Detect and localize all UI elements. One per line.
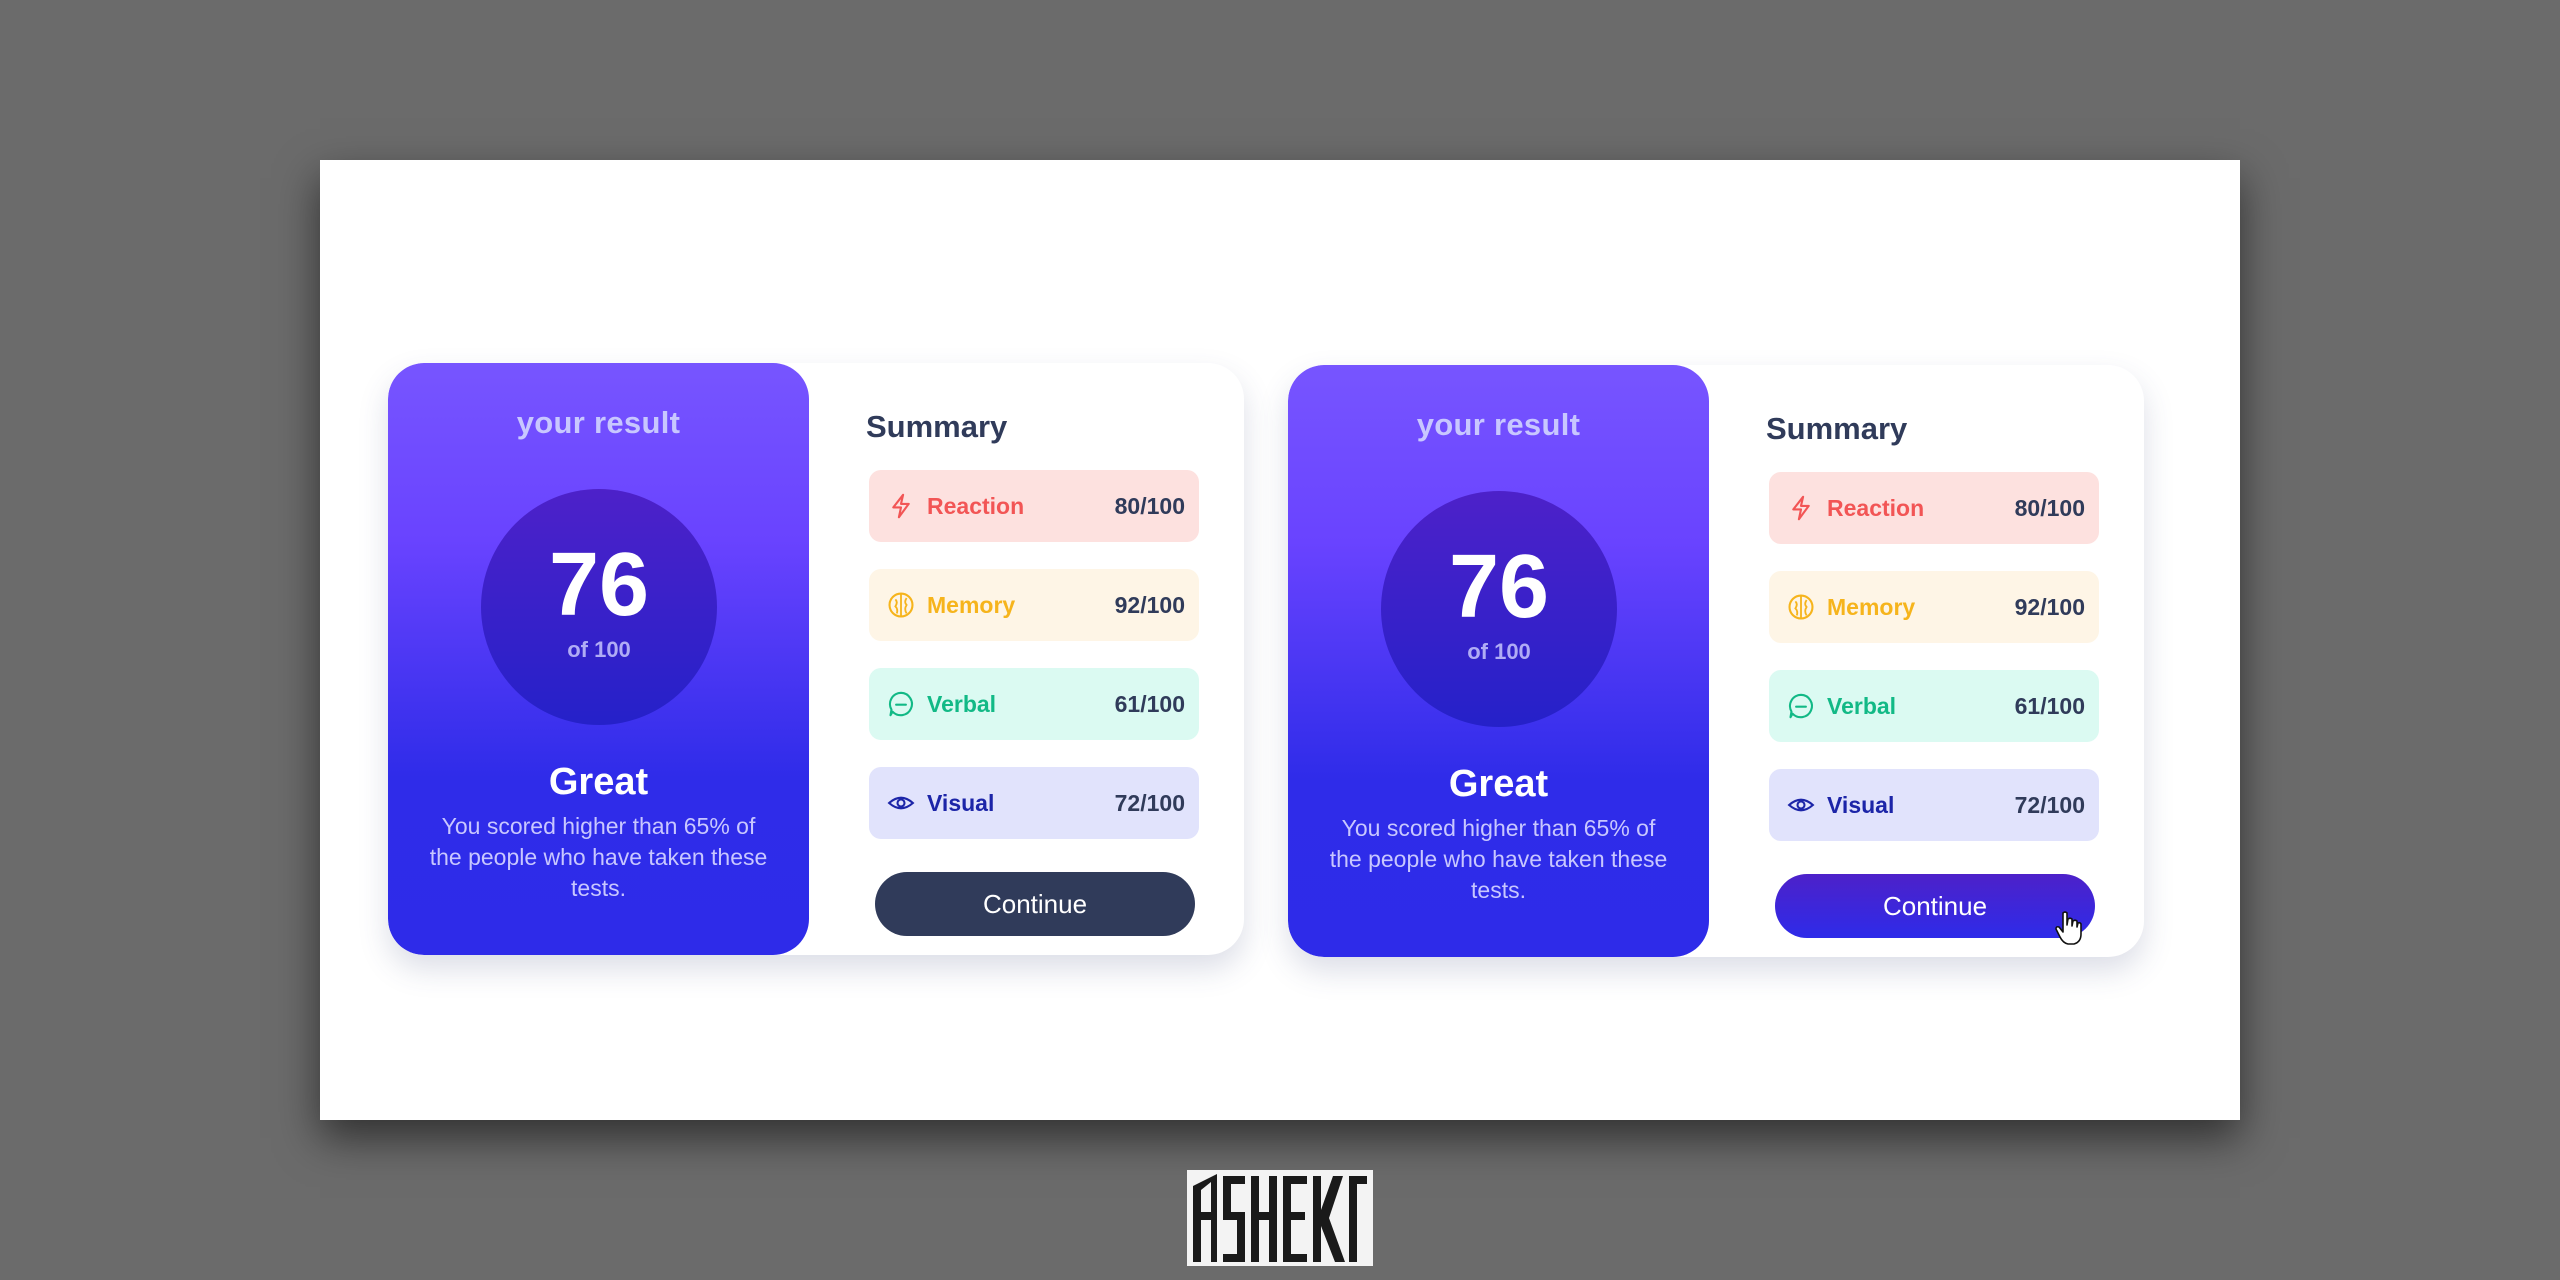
- summary-row-reaction: Reaction 80/100: [1769, 472, 2099, 544]
- summary-row-value: 92/100: [2014, 593, 2085, 620]
- grade-label: Great: [548, 761, 649, 803]
- summary-row-memory: Memory 92/100: [869, 569, 1199, 641]
- summary-row-value: 92/100: [1114, 591, 1185, 618]
- result-description: You scored higher than 65% of the people…: [1329, 815, 1668, 903]
- preview-frame: your result 76 of 100 Great You scored h…: [320, 160, 2240, 1120]
- score-value: 76: [1448, 537, 1550, 637]
- summary-row-value: 72/100: [1114, 789, 1185, 816]
- eye-icon: [885, 787, 917, 819]
- eye-icon: [1785, 789, 1817, 821]
- result-panel: your result 76 of 100 Great You scored h…: [388, 363, 809, 955]
- summary-row-visual: Visual 72/100: [869, 767, 1199, 839]
- lightning-icon: [1785, 492, 1817, 524]
- summary-row-verbal: Verbal 61/100: [1769, 670, 2099, 742]
- summary-row-memory: Memory 92/100: [1769, 571, 2099, 643]
- summary-row-label: Visual: [1827, 791, 1895, 818]
- brain-icon: [885, 589, 917, 621]
- summary-row-label: Verbal: [927, 690, 997, 717]
- summary-panel: Summary Reaction 80/100 Memory 92/100 Ve…: [1709, 365, 2144, 957]
- brain-icon: [1785, 591, 1817, 623]
- result-panel: your result 76 of 100 Great You scored h…: [1288, 365, 1709, 957]
- result-title: your result: [1416, 407, 1581, 442]
- summary-row-label: Verbal: [1827, 692, 1897, 719]
- result-description: You scored higher than 65% of the people…: [429, 813, 768, 901]
- summary-row-verbal: Verbal 61/100: [869, 668, 1199, 740]
- score-circle: 76 of 100: [481, 489, 717, 725]
- summary-row-label: Visual: [927, 789, 995, 816]
- summary-row-label: Reaction: [1827, 494, 1925, 521]
- continue-button[interactable]: Continue: [875, 872, 1195, 936]
- lightning-icon: [885, 490, 917, 522]
- summary-row-reaction: Reaction 80/100: [869, 470, 1199, 542]
- continue-button-hover[interactable]: Continue: [1775, 874, 2095, 938]
- summary-row-value: 61/100: [2014, 692, 2085, 719]
- summary-panel: Summary Reaction 80/100 Memory 92/100 Ve…: [809, 363, 1244, 955]
- score-circle: 76 of 100: [1381, 491, 1617, 727]
- hand-cursor-icon: [2055, 911, 2082, 945]
- chat-bubble-icon: [1785, 690, 1817, 722]
- results-card-hover: your result 76 of 100 Great You scored h…: [1288, 365, 2144, 957]
- summary-row-value: 61/100: [1114, 690, 1185, 717]
- summary-row-label: Memory: [927, 591, 1016, 618]
- chat-bubble-icon: [885, 688, 917, 720]
- summary-row-value: 80/100: [2014, 494, 2085, 521]
- summary-row-label: Reaction: [927, 492, 1025, 519]
- signature-logo: [1187, 1170, 1373, 1266]
- summary-title: Summary: [866, 409, 1008, 444]
- results-card-default: your result 76 of 100 Great You scored h…: [388, 363, 1244, 955]
- summary-title: Summary: [1766, 411, 1908, 446]
- summary-row-value: 80/100: [1114, 492, 1185, 519]
- score-max: of 100: [1467, 639, 1531, 664]
- score-value: 76: [548, 535, 650, 635]
- summary-row-label: Memory: [1827, 593, 1916, 620]
- result-title: your result: [516, 405, 681, 440]
- summary-row-visual: Visual 72/100: [1769, 769, 2099, 841]
- grade-label: Great: [1448, 763, 1549, 805]
- summary-row-value: 72/100: [2014, 791, 2085, 818]
- score-max: of 100: [567, 637, 631, 662]
